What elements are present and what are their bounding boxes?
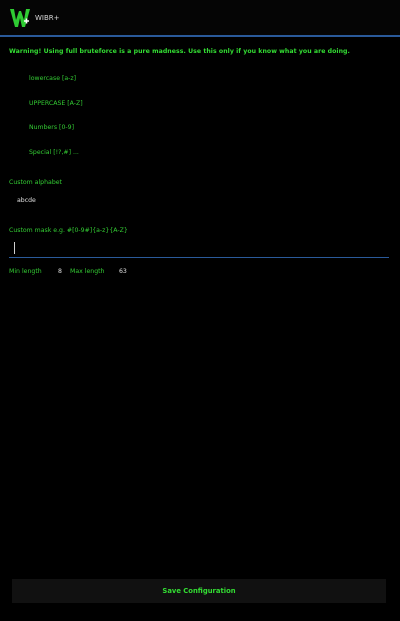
max-length-label: Max length [70, 268, 105, 275]
charset-special[interactable]: Special [!?,#] ... [29, 149, 79, 156]
warning-text: Warning! Using full bruteforce is a pure… [9, 48, 350, 55]
min-length-value[interactable]: 8 [58, 268, 62, 275]
app-title: WIBR+ [35, 13, 60, 22]
charset-uppercase[interactable]: UPPERCASE [A-Z] [29, 100, 83, 107]
action-bar-divider [0, 35, 400, 37]
custom-alphabet-label: Custom alphabet [9, 179, 62, 186]
custom-alphabet-field[interactable]: abcde [17, 197, 36, 204]
custom-mask-input[interactable] [9, 240, 389, 258]
save-configuration-button[interactable]: Save Configuration [12, 579, 386, 603]
wibr-logo-icon[interactable] [9, 5, 31, 31]
min-length-label: Min length [9, 268, 42, 275]
length-row: Min length 8 Max length 63 [9, 268, 209, 278]
custom-mask-label: Custom mask e.g. #[0-9#]{a-z}{A-Z} [9, 227, 128, 234]
app-root: WIBR+ Warning! Using full bruteforce is … [0, 0, 400, 621]
action-bar: WIBR+ [0, 0, 400, 35]
text-cursor [14, 242, 15, 254]
charset-numbers[interactable]: Numbers [0-9] [29, 124, 74, 131]
max-length-value[interactable]: 63 [119, 268, 127, 275]
charset-lowercase[interactable]: lowercase [a-z] [29, 75, 76, 82]
